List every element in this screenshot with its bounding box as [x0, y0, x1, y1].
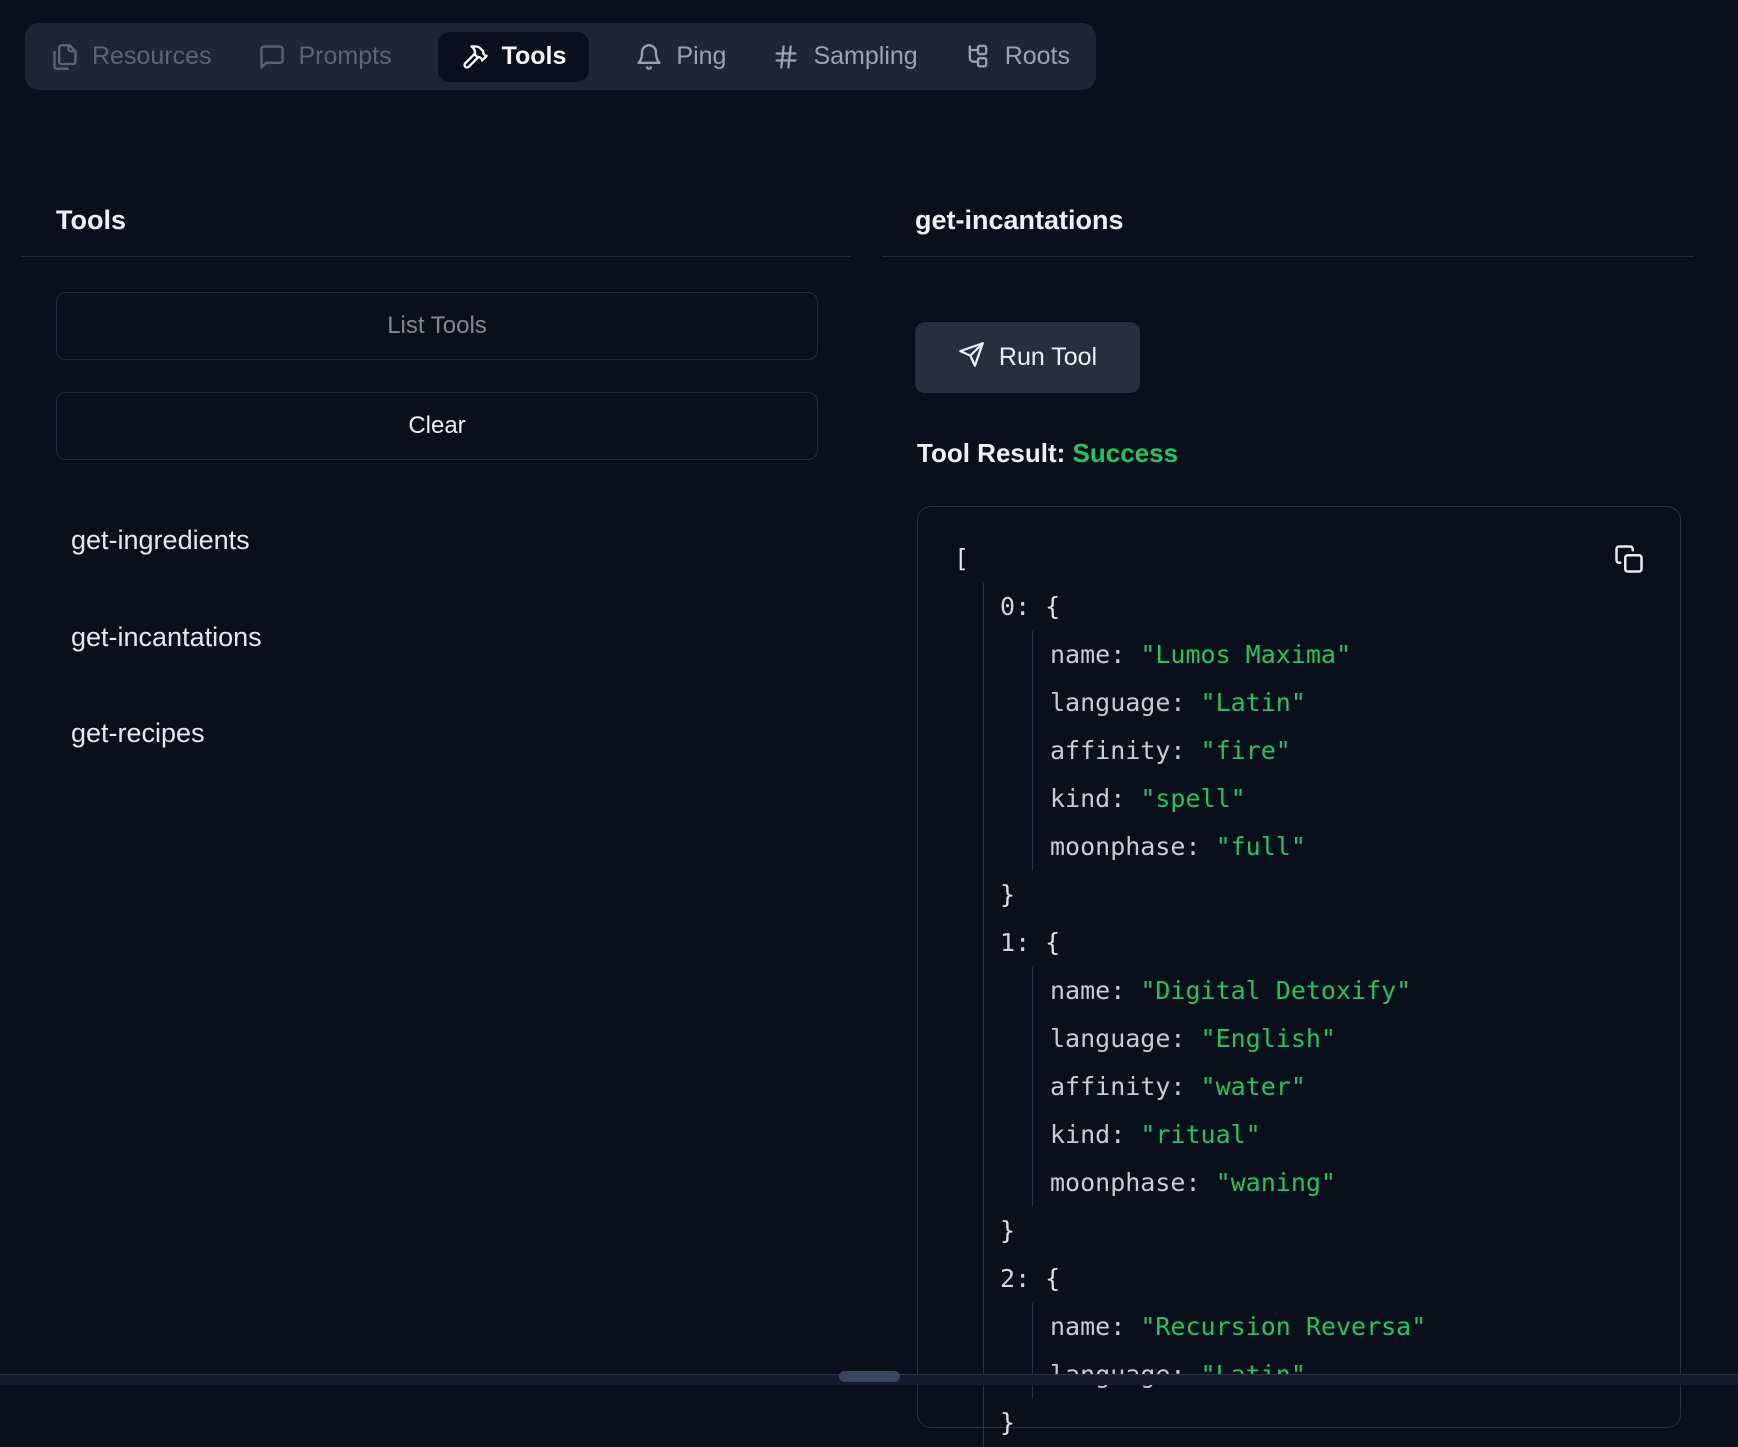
tool-list-item-get-recipes[interactable]: get-recipes: [71, 718, 205, 748]
tab-label: Sampling: [813, 44, 917, 69]
json-index: 2: [1000, 1264, 1015, 1293]
copy-icon[interactable]: [1612, 543, 1646, 577]
tab-ping[interactable]: Ping: [635, 43, 726, 71]
resize-grip-handle[interactable]: [839, 1371, 900, 1382]
list-tools-button[interactable]: List Tools: [56, 292, 818, 360]
json-line: [: [954, 535, 1610, 583]
hammer-icon: [461, 43, 489, 71]
tab-label: Tools: [502, 44, 567, 69]
json-key: affinity:: [1050, 1072, 1201, 1101]
send-icon: [958, 341, 985, 375]
bell-icon: [635, 43, 663, 71]
tools-panel-title: Tools: [56, 205, 126, 235]
json-value: "water": [1201, 1072, 1306, 1101]
json-value: "Lumos Maxima": [1140, 640, 1351, 669]
json-key: language:: [1050, 1024, 1201, 1053]
json-key: moonphase:: [1050, 1168, 1216, 1197]
json-value: "fire": [1201, 736, 1291, 765]
json-line: moonphase: "waning": [1050, 1159, 1610, 1207]
run-tool-button[interactable]: Run Tool: [915, 322, 1140, 393]
tool-result-label: Tool Result:: [917, 438, 1065, 468]
json-line: language: "English": [1050, 1015, 1610, 1063]
json-line: 0: {: [1000, 583, 1610, 631]
json-value: "spell": [1140, 784, 1245, 813]
json-line: }: [1000, 871, 1610, 919]
mcp-inspector-app: Resources Prompts Tools Ping Sampling Roots T…: [0, 0, 1738, 1384]
json-value: "Latin": [1201, 688, 1306, 717]
json-line: }: [1000, 1399, 1610, 1447]
json-line: moonphase: "full": [1050, 823, 1610, 871]
json-line: affinity: "fire": [1050, 727, 1610, 775]
json-value: "full": [1216, 832, 1306, 861]
divider: [21, 256, 851, 257]
tab-prompts[interactable]: Prompts: [258, 43, 392, 71]
json-value: "English": [1201, 1024, 1336, 1053]
json-object-level: name: "Digital Detoxify"language: "Engli…: [1032, 967, 1610, 1207]
json-value: "waning": [1216, 1168, 1336, 1197]
json-value: "Digital Detoxify": [1140, 976, 1411, 1005]
json-value: "Recursion Reversa": [1140, 1312, 1426, 1341]
json-key: moonphase:: [1050, 832, 1216, 861]
files-icon: [51, 43, 79, 71]
run-tool-label: Run Tool: [999, 343, 1097, 372]
json-array-level: 0: {name: "Lumos Maxima"language: "Latin…: [983, 583, 1610, 1447]
json-index: 0: [1000, 592, 1015, 621]
json-key: affinity:: [1050, 736, 1201, 765]
json-object-level: name: "Lumos Maxima"language: "Latin"aff…: [1032, 631, 1610, 871]
tab-label: Resources: [92, 44, 212, 69]
json-line: name: "Lumos Maxima": [1050, 631, 1610, 679]
json-key: language:: [1050, 688, 1201, 717]
tab-sampling[interactable]: Sampling: [772, 43, 917, 71]
json-line: kind: "spell": [1050, 775, 1610, 823]
tool-result-line: Tool Result: Success: [917, 438, 1178, 468]
divider: [882, 256, 1694, 257]
json-result-tree: [0: {name: "Lumos Maxima"language: "Lati…: [954, 535, 1610, 1447]
json-key: kind:: [1050, 1120, 1140, 1149]
json-line: 2: {: [1000, 1255, 1610, 1303]
tree-icon: [964, 43, 992, 71]
json-line: name: "Recursion Reversa": [1050, 1303, 1610, 1351]
message-square-icon: [258, 43, 286, 71]
tab-tools[interactable]: Tools: [438, 32, 590, 82]
selected-tool-title: get-incantations: [915, 205, 1124, 235]
json-key: name:: [1050, 640, 1140, 669]
json-key: kind:: [1050, 784, 1140, 813]
json-open-bracket: [: [954, 544, 969, 573]
json-line: name: "Digital Detoxify": [1050, 967, 1610, 1015]
tab-resources[interactable]: Resources: [51, 43, 212, 71]
json-line: kind: "ritual": [1050, 1111, 1610, 1159]
tool-list-item-get-ingredients[interactable]: get-ingredients: [71, 525, 250, 555]
tab-label: Ping: [676, 44, 726, 69]
tool-result-box: [0: {name: "Lumos Maxima"language: "Lati…: [917, 506, 1681, 1428]
json-line: }: [1000, 1207, 1610, 1255]
json-line: language: "Latin": [1050, 679, 1610, 727]
tab-roots[interactable]: Roots: [964, 43, 1070, 71]
json-value: "ritual": [1140, 1120, 1260, 1149]
hash-icon: [772, 43, 800, 71]
tool-list-item-get-incantations[interactable]: get-incantations: [71, 622, 262, 652]
tab-bar: Resources Prompts Tools Ping Sampling Roots: [25, 23, 1096, 90]
bottom-resize-bar: [0, 1374, 1738, 1385]
tab-label: Prompts: [299, 44, 392, 69]
json-key: name:: [1050, 976, 1140, 1005]
json-key: name:: [1050, 1312, 1140, 1341]
clear-button[interactable]: Clear: [56, 392, 818, 460]
json-line: 1: {: [1000, 919, 1610, 967]
json-line: affinity: "water": [1050, 1063, 1610, 1111]
json-index: 1: [1000, 928, 1015, 957]
tool-result-status: Success: [1073, 438, 1179, 468]
tab-label: Roots: [1005, 44, 1070, 69]
